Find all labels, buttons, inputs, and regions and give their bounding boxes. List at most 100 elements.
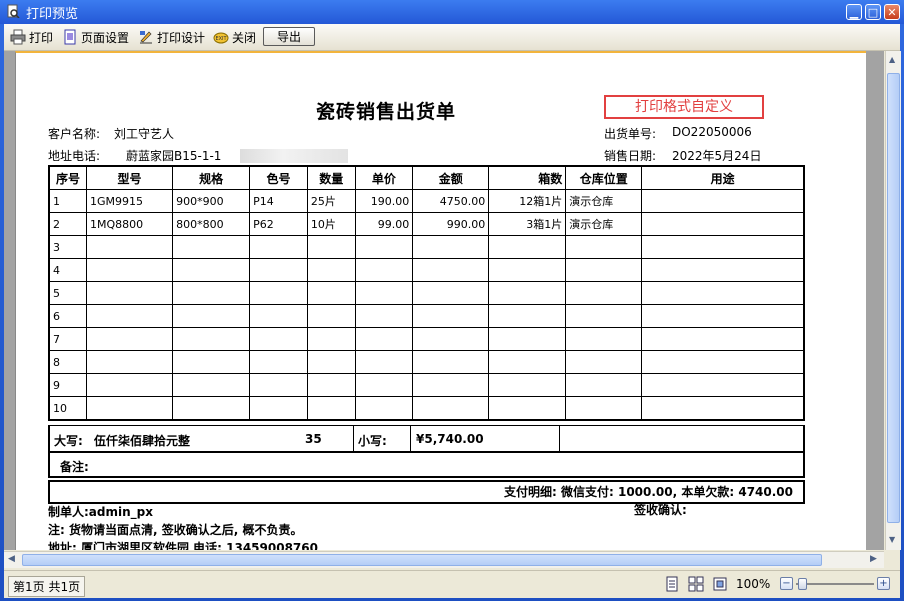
export-button[interactable]: 导出 bbox=[263, 27, 315, 46]
table-cell bbox=[85, 304, 174, 328]
zoom-level: 100% bbox=[736, 577, 771, 591]
table-cell bbox=[412, 304, 490, 328]
col-header: 用途 bbox=[641, 165, 805, 190]
table-cell bbox=[85, 258, 174, 282]
fit-page-icon[interactable] bbox=[712, 576, 728, 592]
print-preview-icon bbox=[7, 4, 20, 18]
zoom-track[interactable] bbox=[796, 583, 874, 585]
print-design-button[interactable]: 打印设计 bbox=[138, 28, 205, 46]
table-cell bbox=[172, 235, 251, 259]
print-design-label: 打印设计 bbox=[157, 30, 206, 45]
divider bbox=[559, 426, 560, 452]
table-cell bbox=[412, 327, 490, 351]
table-cell bbox=[249, 258, 308, 282]
redacted-area bbox=[240, 149, 348, 163]
table-cell bbox=[306, 304, 356, 328]
page-info: 第1页 共1页 bbox=[8, 576, 86, 597]
table-cell bbox=[641, 373, 805, 397]
table-cell bbox=[354, 396, 414, 421]
window-title: 打印预览 bbox=[26, 7, 79, 22]
vertical-scrollbar[interactable]: ▲ ▼ bbox=[885, 51, 901, 550]
table-cell bbox=[249, 373, 308, 397]
table-cell bbox=[306, 281, 356, 305]
table-cell: P14 bbox=[249, 189, 308, 213]
lower-amount: ¥5,740.00 bbox=[416, 432, 484, 446]
table-cell bbox=[172, 304, 251, 328]
total-quantity: 35 bbox=[305, 432, 322, 446]
date-label: 销售日期: bbox=[604, 149, 657, 163]
col-header: 型号 bbox=[85, 165, 174, 190]
minimize-button[interactable]: ▁ bbox=[846, 4, 862, 20]
table-cell bbox=[641, 189, 805, 213]
table-row: 3 bbox=[48, 235, 805, 259]
table-cell bbox=[641, 396, 805, 421]
table-cell bbox=[306, 396, 356, 421]
zoom-slider-knob[interactable] bbox=[798, 578, 807, 590]
horizontal-scrollbar[interactable]: ◀ ▶ bbox=[4, 551, 884, 568]
scroll-down-icon[interactable]: ▼ bbox=[889, 535, 895, 544]
table-cell: 5 bbox=[48, 281, 87, 305]
sign-confirm: 签收确认: bbox=[634, 503, 687, 517]
table-cell bbox=[565, 373, 643, 397]
table-cell bbox=[488, 281, 567, 305]
table-cell bbox=[354, 350, 414, 374]
maker: 制单人:admin_px bbox=[48, 505, 153, 519]
col-header: 序号 bbox=[48, 165, 87, 190]
table-cell: 4750.00 bbox=[412, 189, 490, 213]
table-cell: 演示仓库 bbox=[565, 189, 643, 213]
table-cell: 990.00 bbox=[412, 212, 490, 236]
amount-row: 大写: 伍仟柒佰肆拾元整 35 小写: ¥5,740.00 bbox=[48, 425, 805, 453]
table-cell bbox=[354, 304, 414, 328]
scroll-up-icon[interactable]: ▲ bbox=[889, 55, 895, 64]
table-cell: 1 bbox=[48, 189, 87, 213]
scroll-left-icon[interactable]: ◀ bbox=[8, 554, 15, 564]
table-cell bbox=[565, 350, 643, 374]
toolbar: 打印 页面设置 打印设计 EXIT 关闭 导出 bbox=[4, 24, 900, 51]
multi-page-view-icon[interactable] bbox=[688, 576, 704, 592]
col-header: 箱数 bbox=[488, 165, 567, 190]
table-cell bbox=[641, 327, 805, 351]
table-cell: 800*800 bbox=[172, 212, 251, 236]
table-cell bbox=[488, 304, 567, 328]
table-row: 5 bbox=[48, 281, 805, 305]
table-cell bbox=[412, 258, 490, 282]
table-cell bbox=[172, 258, 251, 282]
table-cell bbox=[354, 258, 414, 282]
col-header: 单价 bbox=[354, 165, 414, 190]
table-cell bbox=[488, 327, 567, 351]
table-cell bbox=[306, 350, 356, 374]
table-cell: P62 bbox=[249, 212, 308, 236]
table-cell bbox=[488, 396, 567, 421]
table-cell bbox=[85, 350, 174, 374]
table-cell bbox=[488, 350, 567, 374]
table-cell bbox=[488, 373, 567, 397]
table-cell bbox=[85, 373, 174, 397]
page-setup-button[interactable]: 页面设置 bbox=[62, 28, 129, 46]
table-cell: 1GM9915 bbox=[85, 189, 174, 213]
zoom-in-button[interactable]: + bbox=[877, 577, 890, 590]
zoom-slider[interactable]: − + bbox=[780, 577, 890, 591]
vertical-scroll-thumb[interactable] bbox=[887, 73, 900, 523]
table-cell bbox=[412, 281, 490, 305]
maximize-button[interactable]: □ bbox=[865, 4, 881, 20]
table-cell bbox=[641, 281, 805, 305]
table-row: 9 bbox=[48, 373, 805, 397]
title-bar: 打印预览 ▁ □ ✕ bbox=[0, 0, 904, 24]
table-row: 10 bbox=[48, 396, 805, 421]
table-cell bbox=[412, 350, 490, 374]
single-page-view-icon[interactable] bbox=[664, 576, 680, 592]
zoom-out-button[interactable]: − bbox=[780, 577, 793, 590]
table-cell bbox=[306, 327, 356, 351]
customer-name: 刘工守艺人 bbox=[114, 127, 175, 141]
close-window-button[interactable]: ✕ bbox=[884, 4, 900, 20]
print-button[interactable]: 打印 bbox=[10, 28, 53, 46]
upper-amount: 伍仟柒佰肆拾元整 bbox=[94, 434, 191, 448]
scroll-right-icon[interactable]: ▶ bbox=[870, 554, 877, 564]
close-button[interactable]: EXIT 关闭 bbox=[213, 28, 256, 46]
divider bbox=[410, 426, 411, 452]
table-cell: 2 bbox=[48, 212, 87, 236]
col-header: 规格 bbox=[172, 165, 251, 190]
table-cell bbox=[565, 327, 643, 351]
note: 注: 货物请当面点清, 签收确认之后, 概不负责。 bbox=[48, 523, 303, 537]
horizontal-scroll-thumb[interactable] bbox=[22, 554, 822, 566]
